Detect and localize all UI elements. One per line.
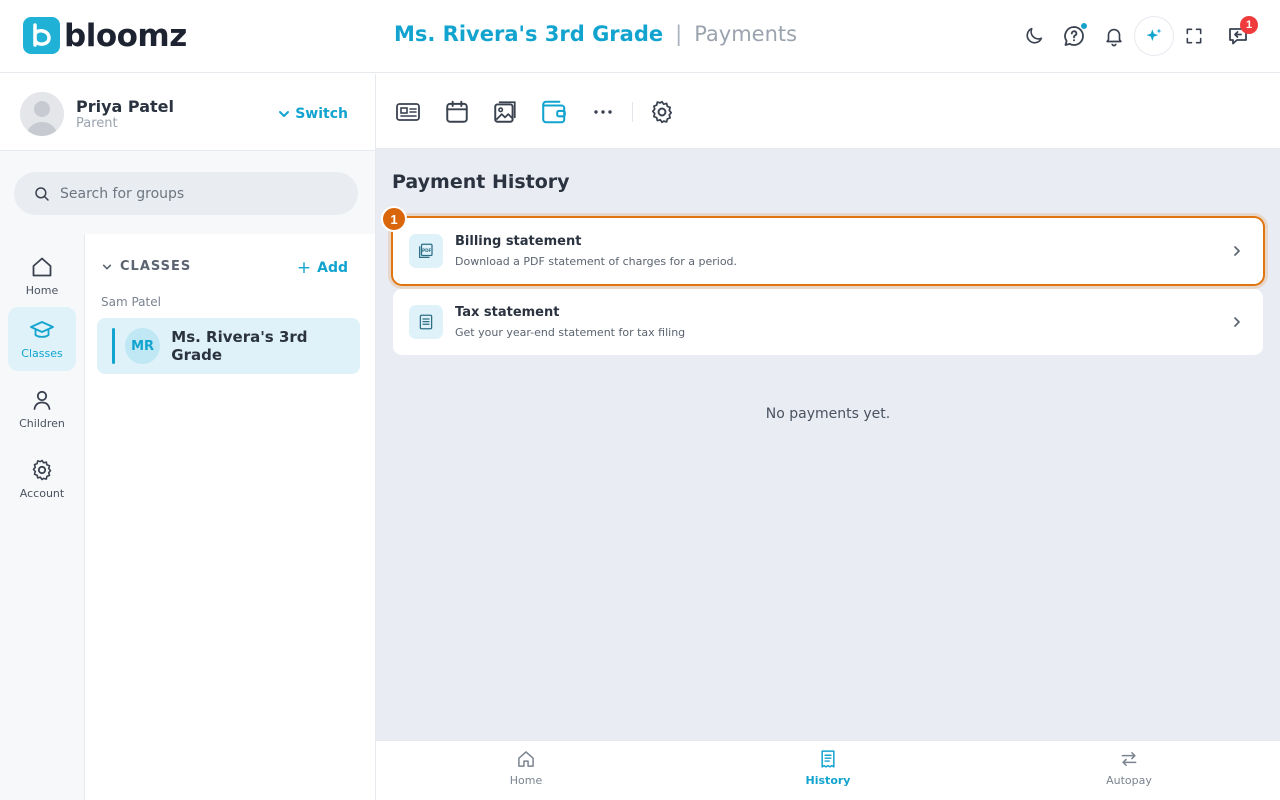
group-toolbar bbox=[376, 74, 1280, 149]
person-icon bbox=[33, 390, 51, 410]
calendar-icon bbox=[446, 100, 468, 123]
inbox-button[interactable]: 1 bbox=[1218, 16, 1258, 56]
switch-account-button[interactable]: Switch bbox=[278, 106, 348, 122]
logo-text: bloomz bbox=[64, 17, 187, 54]
billing-statement-subtitle: Download a PDF statement of charges for … bbox=[455, 255, 738, 268]
dark-mode-button[interactable] bbox=[1014, 16, 1054, 56]
search-input[interactable] bbox=[60, 185, 340, 202]
toolbar-divider bbox=[632, 102, 633, 122]
plus-icon: + bbox=[296, 258, 312, 278]
rail-label-account: Account bbox=[19, 487, 65, 500]
help-dot-badge bbox=[1080, 22, 1088, 30]
tab-photos[interactable] bbox=[489, 96, 521, 128]
tab-contacts[interactable] bbox=[392, 96, 424, 128]
rail-item-home[interactable]: Home bbox=[8, 244, 76, 308]
swap-arrows-icon bbox=[1121, 752, 1137, 766]
notifications-button[interactable] bbox=[1094, 16, 1134, 56]
left-sidebar: Priya Patel Parent Switch Home Classes C… bbox=[0, 74, 376, 800]
chevron-right-icon bbox=[1234, 246, 1240, 256]
photos-icon bbox=[494, 101, 516, 123]
bottom-tab-home[interactable]: Home bbox=[466, 749, 586, 787]
tax-statement-title: Tax statement bbox=[455, 305, 560, 320]
help-button[interactable] bbox=[1054, 16, 1094, 56]
moon-icon bbox=[1026, 27, 1043, 44]
fullscreen-button[interactable] bbox=[1174, 16, 1214, 56]
ai-assistant-button[interactable] bbox=[1134, 16, 1174, 56]
wallet-icon bbox=[542, 100, 566, 124]
logo-mark-icon bbox=[23, 17, 60, 54]
user-card: Priya Patel Parent Switch bbox=[0, 74, 375, 151]
chevron-down-icon bbox=[279, 111, 290, 117]
title-separator: | bbox=[675, 22, 683, 46]
more-icon bbox=[594, 110, 612, 114]
gear-icon bbox=[32, 459, 52, 481]
svg-text:PDF: PDF bbox=[422, 248, 431, 253]
bottom-tab-autopay-label: Autopay bbox=[1106, 774, 1152, 787]
bottom-tab-home-label: Home bbox=[509, 774, 543, 787]
rail-label-children: Children bbox=[19, 417, 65, 430]
billing-statement-title: Billing statement bbox=[455, 234, 582, 249]
add-label: Add bbox=[317, 260, 348, 276]
more-button[interactable] bbox=[587, 96, 619, 128]
bottom-tab-autopay[interactable]: Autopay bbox=[1069, 749, 1189, 787]
bottom-tab-history[interactable]: History bbox=[768, 749, 888, 787]
header-actions: 1 bbox=[1014, 16, 1258, 56]
class-item-ms-rivera[interactable]: MR Ms. Rivera's 3rd Grade bbox=[97, 318, 360, 374]
tax-statement-subtitle: Get your year-end statement for tax fili… bbox=[455, 326, 686, 339]
group-settings-button[interactable] bbox=[646, 96, 678, 128]
avatar[interactable] bbox=[20, 92, 64, 136]
add-class-button[interactable]: + Add bbox=[297, 258, 348, 278]
nav-rail: Home Classes Children Account bbox=[0, 234, 85, 800]
tax-statement-row[interactable]: Tax statement Get your year-end statemen… bbox=[393, 289, 1263, 355]
search-icon bbox=[35, 186, 49, 201]
rail-label-classes: Classes bbox=[21, 347, 63, 360]
group-title[interactable]: Ms. Rivera's 3rd Grade bbox=[394, 22, 663, 46]
inbox-count-badge: 1 bbox=[1240, 16, 1258, 34]
tab-calendar[interactable] bbox=[441, 96, 473, 128]
contact-card-icon bbox=[396, 103, 420, 121]
receipt-list-icon bbox=[409, 305, 443, 339]
home-icon bbox=[518, 751, 534, 767]
classes-heading: CLASSES bbox=[120, 259, 192, 274]
receipt-icon bbox=[821, 750, 835, 768]
settings-icon bbox=[651, 100, 673, 124]
classes-panel: CLASSES + Add Sam Patel MR Ms. Rivera's … bbox=[85, 234, 375, 800]
main-content: Payment History 1 PDF Billing statement … bbox=[376, 74, 1280, 800]
sparkle-icon bbox=[1146, 28, 1162, 41]
top-header: bloomz Ms. Rivera's 3rd Grade | Payments… bbox=[0, 0, 1280, 73]
bottom-tab-history-label: History bbox=[805, 774, 851, 787]
user-role: Parent bbox=[76, 116, 118, 131]
payment-history-title: Payment History bbox=[392, 171, 570, 193]
chevron-down-icon bbox=[102, 264, 112, 269]
classes-collapse-toggle[interactable]: CLASSES bbox=[102, 259, 191, 274]
user-name: Priya Patel bbox=[76, 97, 174, 116]
billing-statement-row[interactable]: 1 PDF Billing statement Download a PDF s… bbox=[381, 206, 1263, 284]
page-title: Ms. Rivera's 3rd Grade | Payments bbox=[394, 22, 797, 46]
rail-item-children[interactable]: Children bbox=[8, 377, 76, 441]
class-name: Ms. Rivera's 3rd Grade bbox=[171, 328, 308, 364]
home-icon bbox=[32, 257, 52, 277]
section-title: Payments bbox=[694, 22, 798, 46]
rail-label-home: Home bbox=[25, 284, 59, 297]
bloomz-logo[interactable]: bloomz bbox=[23, 17, 187, 54]
bell-icon bbox=[1106, 28, 1122, 47]
expand-icon bbox=[1186, 28, 1202, 44]
step-badge: 1 bbox=[381, 206, 407, 232]
rail-item-account[interactable]: Account bbox=[8, 447, 76, 511]
rail-item-classes[interactable]: Classes bbox=[8, 307, 76, 371]
empty-state-message: No payments yet. bbox=[765, 406, 891, 422]
class-avatar: MR bbox=[124, 328, 161, 364]
active-indicator bbox=[112, 328, 115, 364]
switch-label: Switch bbox=[295, 106, 348, 122]
tab-payments[interactable] bbox=[538, 96, 570, 128]
search-box[interactable] bbox=[14, 172, 358, 215]
pdf-document-icon: PDF bbox=[409, 234, 443, 268]
chevron-right-icon bbox=[1234, 317, 1240, 327]
child-name-label: Sam Patel bbox=[101, 295, 161, 309]
graduation-cap-icon bbox=[30, 321, 54, 338]
bottom-nav: Home History Autopay bbox=[376, 740, 1280, 800]
